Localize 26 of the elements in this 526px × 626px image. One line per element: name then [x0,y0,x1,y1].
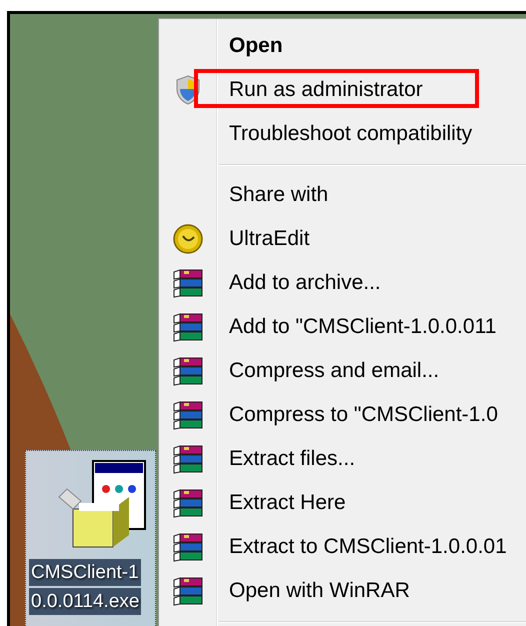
menu-item[interactable]: Add to "CMSClient-1.0.0.011 [229,315,496,339]
menu-item[interactable]: Add to archive... [229,271,381,295]
menu-item[interactable]: Compress and email... [229,359,440,383]
file-name-label: 0.0.0114.exe [29,588,142,615]
menu-item[interactable]: Extract to CMSClient-1.0.0.01 [229,535,507,559]
menu-item[interactable]: Extract files... [229,447,356,471]
menu-item[interactable]: Compress to "CMSClient-1.0 [229,403,498,427]
books-stack-icon [172,575,204,607]
menu-item[interactable]: UltraEdit [229,227,310,251]
menu-item[interactable]: Extract Here [229,491,346,515]
menu-item[interactable]: Run as administrator [229,78,423,102]
menu-item[interactable]: Share with [229,183,328,207]
books-stack-icon [172,267,204,299]
desktop-file-icon[interactable]: CMSClient-1 0.0.0114.exe [25,450,156,626]
books-stack-icon [172,399,204,431]
coin-icon [173,224,203,254]
books-stack-icon [172,531,204,563]
file-name-label: CMSClient-1 [29,559,141,586]
books-stack-icon [172,355,204,387]
books-stack-icon [172,487,204,519]
shield-icon [175,75,201,105]
menu-item[interactable]: Troubleshoot compatibility [229,122,472,146]
books-stack-icon [172,311,204,343]
menu-item[interactable]: Open [229,34,283,58]
books-stack-icon [172,443,204,475]
menu-item[interactable]: Open with WinRAR [229,579,410,603]
